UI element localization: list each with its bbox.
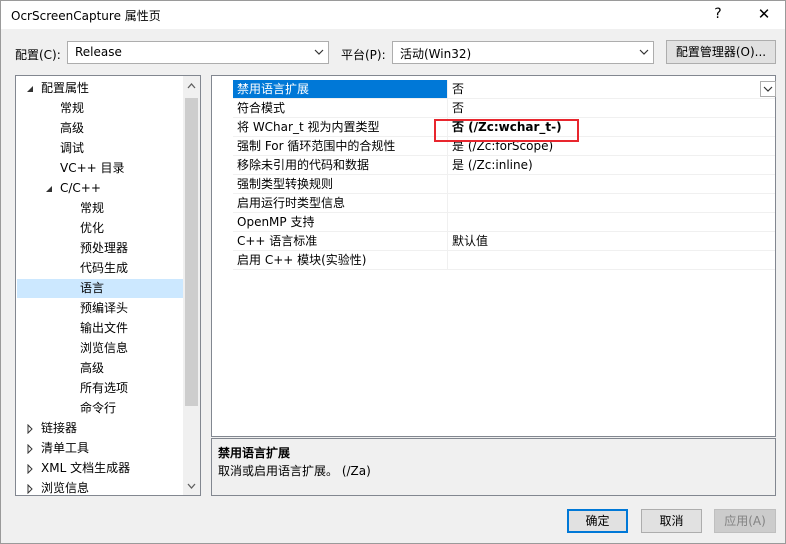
cancel-button[interactable]: 取消 — [641, 509, 702, 533]
chevron-down-icon — [639, 49, 649, 55]
property-name: 强制 For 循环范围中的合规性 — [237, 139, 396, 153]
tree-expanded-icon[interactable] — [25, 84, 35, 94]
tree-item-label: 语言 — [80, 281, 105, 295]
description-title: 禁用语言扩展 — [218, 446, 291, 460]
highlight-annotation — [434, 119, 579, 142]
property-row[interactable]: 启用 C++ 模块(实验性) — [212, 251, 775, 270]
property-row[interactable]: 启用运行时类型信息 — [212, 194, 775, 213]
column-separator — [447, 175, 448, 194]
config-manager-button[interactable]: 配置管理器(O)... — [666, 40, 776, 64]
property-value[interactable]: 默认值 — [452, 232, 488, 251]
property-name: 启用 C++ 模块(实验性) — [237, 253, 367, 267]
property-name: C++ 语言标准 — [237, 234, 318, 248]
description-text: 取消或启用语言扩展。 (/Za) — [218, 464, 371, 478]
property-name: 启用运行时类型信息 — [237, 196, 346, 210]
chevron-down-icon — [763, 86, 773, 92]
apply-button[interactable]: 应用(A) — [714, 509, 776, 533]
column-separator — [447, 232, 448, 251]
property-row[interactable]: 强制类型转换规则 — [212, 175, 775, 194]
tree-item-label: 链接器 — [41, 421, 78, 435]
column-separator — [447, 156, 448, 175]
property-grid[interactable]: 禁用语言扩展否符合模式否将 WChar_t 视为内置类型否 (/Zc:wchar… — [211, 75, 776, 437]
tree-item-label: 调试 — [60, 141, 85, 155]
property-name: 将 WChar_t 视为内置类型 — [237, 120, 380, 134]
property-name: 符合模式 — [237, 101, 286, 115]
tree-collapsed-icon[interactable] — [25, 484, 35, 494]
tree-scrollbar[interactable] — [183, 76, 200, 495]
tree-collapsed-icon[interactable] — [25, 444, 35, 454]
tree-item-label: 代码生成 — [80, 261, 129, 275]
property-value[interactable]: 否 — [452, 99, 464, 118]
value-dropdown-button[interactable] — [760, 81, 776, 97]
tree-item-label: 浏览信息 — [41, 481, 90, 495]
tree-item-label: 命令行 — [80, 401, 117, 415]
tree-item-label: 优化 — [80, 221, 105, 235]
platform-value: 活动(Win32) — [400, 47, 472, 61]
scroll-thumb[interactable] — [185, 98, 198, 406]
tree-item-label: 清单工具 — [41, 441, 90, 455]
property-row[interactable]: OpenMP 支持 — [212, 213, 775, 232]
column-separator — [447, 99, 448, 118]
column-separator — [447, 213, 448, 232]
scroll-up-icon[interactable] — [187, 82, 196, 90]
property-name: 移除未引用的代码和数据 — [237, 158, 370, 172]
tree-item-label: 常规 — [80, 201, 105, 215]
property-name: 强制类型转换规则 — [237, 177, 334, 191]
tree-item-label: XML 文档生成器 — [41, 461, 131, 475]
config-dropdown[interactable]: Release — [67, 41, 329, 64]
property-value[interactable]: 是 (/Zc:inline) — [452, 156, 533, 175]
tree-expanded-icon[interactable] — [44, 184, 54, 194]
tree-item-label: 配置属性 — [41, 81, 90, 95]
tree-item-label: 常规 — [60, 101, 85, 115]
property-pages-dialog: OcrScreenCapture 属性页 ? ✕ 配置(C): Release … — [0, 0, 786, 544]
property-value[interactable]: 否 — [452, 80, 464, 99]
window-title: OcrScreenCapture 属性页 — [11, 9, 161, 23]
tree-collapsed-icon[interactable] — [25, 464, 35, 474]
tree-item-label: 所有选项 — [80, 381, 129, 395]
column-separator — [447, 251, 448, 270]
property-name: OpenMP 支持 — [237, 215, 315, 229]
tree-item-label: 浏览信息 — [80, 341, 129, 355]
tree-item-label: C/C++ — [60, 181, 101, 195]
property-row[interactable]: 符合模式 否 — [212, 99, 775, 118]
property-name: 禁用语言扩展 — [237, 82, 310, 96]
description-panel: 禁用语言扩展 取消或启用语言扩展。 (/Za) — [211, 438, 776, 496]
tree-collapsed-icon[interactable] — [25, 424, 35, 434]
title-bar[interactable]: OcrScreenCapture 属性页 ? ✕ — [1, 1, 785, 29]
chevron-down-icon — [314, 49, 324, 55]
column-separator — [447, 80, 448, 99]
close-button[interactable]: ✕ — [741, 1, 786, 29]
config-value: Release — [75, 45, 122, 59]
config-label: 配置(C): — [15, 48, 61, 62]
help-button[interactable]: ? — [695, 1, 741, 29]
tree-item-label: 预编译头 — [80, 301, 129, 315]
tree-item-label: 高级 — [60, 121, 85, 135]
column-separator — [447, 194, 448, 213]
ok-button[interactable]: 确定 — [567, 509, 628, 533]
tree-item-label: VC++ 目录 — [60, 161, 125, 175]
tree-item-label: 预处理器 — [80, 241, 129, 255]
row-divider — [233, 269, 775, 270]
tree-item-label: 高级 — [80, 361, 105, 375]
scroll-down-icon[interactable] — [187, 482, 196, 490]
tree-item-label: 输出文件 — [80, 321, 129, 335]
platform-dropdown[interactable]: 活动(Win32) — [392, 41, 654, 64]
property-row[interactable]: 移除未引用的代码和数据 是 (/Zc:inline) — [212, 156, 775, 175]
property-row[interactable]: 禁用语言扩展 否 — [212, 80, 776, 99]
property-row[interactable]: C++ 语言标准 默认值 — [212, 232, 775, 251]
platform-label: 平台(P): — [341, 48, 386, 62]
property-tree[interactable]: 配置属性 常规 高级 调试 VC++ 目录 C/C++ 常规 优化 预处理器 代码生成 语言 预编译头… — [15, 75, 201, 496]
